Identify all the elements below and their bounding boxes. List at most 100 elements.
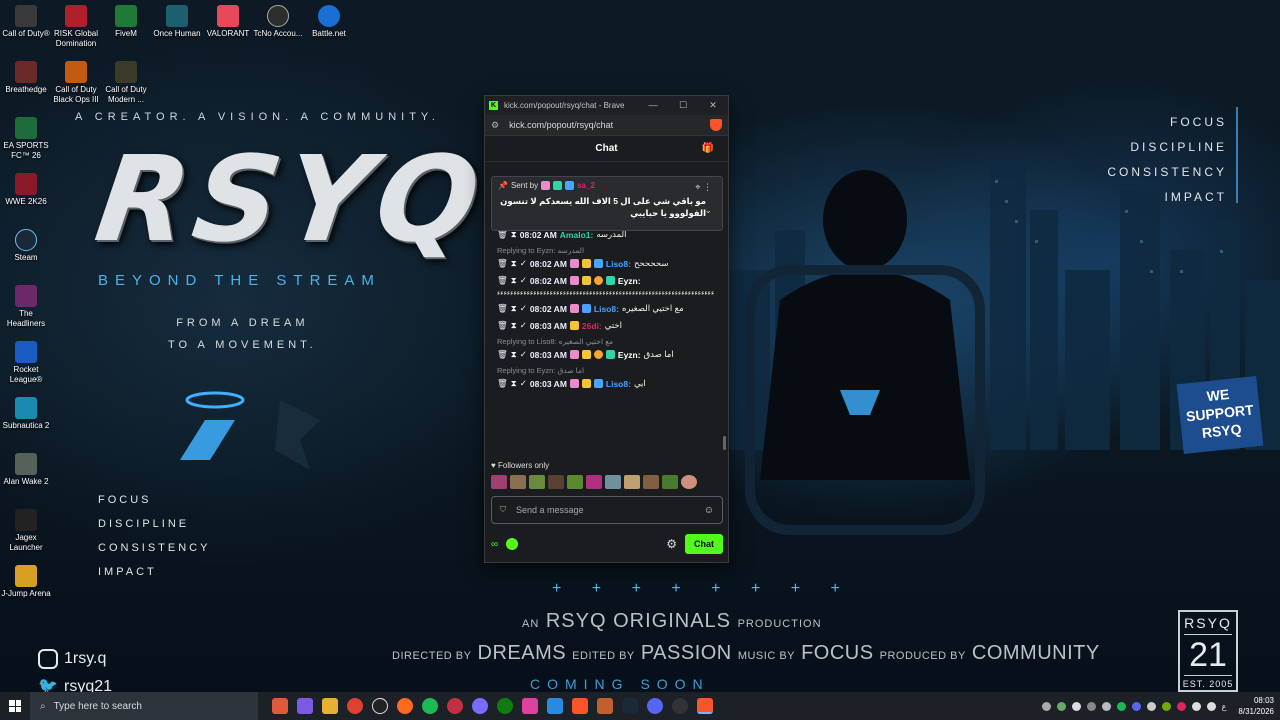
emote-icon[interactable] [510,475,526,489]
file-explorer-icon[interactable] [322,698,338,714]
message-username[interactable]: Liso8: [606,259,631,269]
tray-icon[interactable] [1116,701,1126,711]
pinned-message[interactable]: 📌 Sent by sa_2 مو باقي شي على ال 5 الاف … [491,176,723,231]
brave-shield-icon[interactable] [710,119,722,131]
message-username[interactable]: Eyzn: [618,276,641,286]
gift-icon[interactable]: 🎁 [702,143,714,154]
check-icon[interactable]: ✓ [520,349,527,360]
pinned-username[interactable]: sa_2 [577,181,595,190]
check-icon[interactable]: ✓ [520,303,527,314]
chat-message-list[interactable]: 🗑 ⧗ 08:02 AM Amalo1: المدرسه Replying to … [485,229,728,454]
desktop-icon-tcno[interactable]: TcNo Accou... [252,5,304,39]
address-bar[interactable]: ⚙ kick.com/popout/rsyq/chat [485,115,728,136]
hourglass-icon[interactable]: ⧗ [511,303,517,314]
trash-icon[interactable]: 🗑 [497,320,508,331]
chat-message[interactable]: 🗑 ⧗ ✓ 08:02 AM Liso8: سححححح [497,258,720,269]
site-settings-icon[interactable]: ⚙ [491,120,499,131]
hourglass-icon[interactable]: ⧗ [511,349,517,360]
taskbar-app-icon[interactable] [397,698,413,714]
start-button[interactable] [0,692,30,720]
taskbar-app-icon[interactable] [447,698,463,714]
taskbar-search[interactable]: ⌕ Type here to search [30,692,258,720]
desktop-icon-steam[interactable]: Steam [0,229,52,263]
desktop-icon-breathedge[interactable]: Breathedge [0,61,52,95]
brave-icon[interactable] [572,698,588,714]
kick-points-icon[interactable]: ∞ [491,539,498,550]
steam-icon[interactable] [622,698,638,714]
check-icon[interactable]: ✓ [520,320,527,331]
clock[interactable]: 08:03 8/31/2026 [1238,695,1274,717]
language-indicator[interactable]: ع [1222,702,1227,711]
reply-context[interactable]: Replying to Liso8: مع اختيي الصغيره [497,337,720,346]
xbox-icon[interactable] [497,698,513,714]
emote-icon[interactable] [586,475,602,489]
minimize-icon[interactable]: — [638,100,668,111]
shield-icon[interactable]: ⛉ [500,505,506,515]
unpin-icon[interactable]: ⌖ ⋮ [695,182,712,193]
chat-message[interactable]: 🗑 ⧗ ✓ 08:03 AM Eyzn: اما صدق [497,349,720,360]
message-username[interactable]: Amalo1: [560,230,594,240]
hourglass-icon[interactable]: ⧗ [511,320,517,331]
chat-message[interactable]: 🗑 ⧗ ✓ 08:03 AM 26di: اختي [497,320,720,331]
desktop-icon-call-of-duty[interactable]: Call of Duty® [0,5,52,39]
tray-icon[interactable] [1161,701,1171,711]
taskbar-app-icon[interactable] [272,698,288,714]
desktop-icon-subnautica[interactable]: Subnautica 2 [0,397,52,431]
hourglass-icon[interactable]: ⧗ [511,258,517,269]
emote-icon[interactable] [548,475,564,489]
trash-icon[interactable]: 🗑 [497,258,508,269]
chrome-icon[interactable] [347,698,363,714]
window-titlebar[interactable]: K kick.com/popout/rsyq/chat - Brave — ☐ … [485,96,728,115]
chevron-down-icon[interactable]: ⌄ [704,205,712,216]
emote-icon[interactable] [624,475,640,489]
message-username[interactable]: Liso8: [594,304,619,314]
trash-icon[interactable]: 🗑 [497,303,508,314]
emoji-icon[interactable]: ☺ [704,505,714,516]
emote-icon[interactable] [662,475,678,489]
trash-icon[interactable]: 🗑 [497,349,508,360]
desktop-icon-cod-bo3[interactable]: Call of Duty Black Ops III [50,61,102,105]
desktop-icon-once-human[interactable]: Once Human [151,5,203,39]
tray-icon[interactable] [1056,701,1066,711]
network-icon[interactable] [1191,701,1201,711]
url-text[interactable]: kick.com/popout/rsyq/chat [509,120,613,130]
close-icon[interactable]: ✕ [698,100,728,111]
hourglass-icon[interactable]: ⧗ [511,275,517,286]
chat-message[interactable]: 🗑 ⧗ ✓ 08:03 AM Liso8: ايي [497,378,720,389]
message-username[interactable]: Liso8: [606,379,631,389]
emote-icon[interactable] [529,475,545,489]
reply-context[interactable]: Replying to Eyzn: المدرسه [497,246,720,255]
desktop-icon-wwe[interactable]: WWE 2K26 [0,173,52,207]
maximize-icon[interactable]: ☐ [668,100,698,111]
emote-icon[interactable] [567,475,583,489]
desktop-icon-valorant[interactable]: VALORANT [202,5,254,39]
chat-message[interactable]: 🗑 ⧗ ✓ 08:02 AM Eyzn: ءءءءءءءءءءءءءءءءءءءءء… [497,275,720,297]
tray-icon[interactable] [1041,701,1051,711]
desktop-icon-risk[interactable]: RISK Global Domination [50,5,102,49]
steelseries-icon[interactable] [372,698,388,714]
taskbar-app-icon[interactable] [472,698,488,714]
desktop-icon-fivem[interactable]: FiveM [100,5,152,39]
volume-icon[interactable] [1206,701,1216,711]
gear-icon[interactable]: ⚙ [666,537,677,551]
message-placeholder[interactable]: Send a message [516,505,584,515]
message-username[interactable]: 26di: [582,321,602,331]
tray-icon[interactable] [1131,701,1141,711]
trash-icon[interactable]: 🗑 [497,378,508,389]
chat-message[interactable]: 🗑 ⧗ ✓ 08:02 AM Liso8: مع اختيي الصغيره [497,303,720,314]
desktop-icon-headliners[interactable]: The Headliners [0,285,52,329]
check-icon[interactable]: ✓ [520,275,527,286]
desktop-icon-jagex[interactable]: Jagex Launcher [0,509,52,553]
chat-scrollbar[interactable] [723,436,726,450]
reply-context[interactable]: Replying to Eyzn: اما صدق [497,366,720,375]
search-placeholder[interactable]: Type here to search [54,701,142,712]
message-username[interactable]: Eyzn: [618,350,641,360]
hourglass-icon[interactable]: ⧗ [511,378,517,389]
taskbar-app-icon[interactable] [547,698,563,714]
desktop-icon-alan-wake[interactable]: Alan Wake 2 [0,453,52,487]
tray-icon[interactable] [1086,701,1096,711]
discord-icon[interactable] [647,698,663,714]
taskbar-app-icon[interactable] [297,698,313,714]
taskbar-app-icon[interactable] [672,698,688,714]
check-icon[interactable]: ✓ [520,258,527,269]
